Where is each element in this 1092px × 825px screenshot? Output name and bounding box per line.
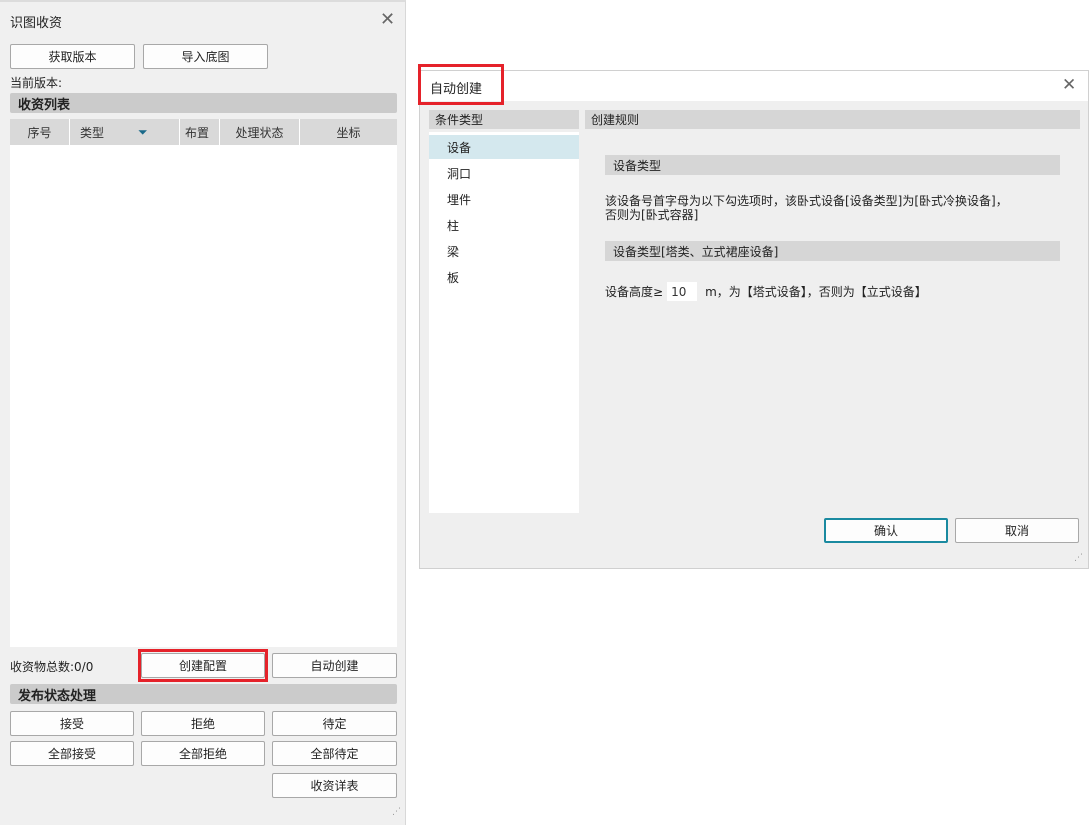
highlight-box — [418, 64, 504, 105]
pending-all-button[interactable]: 全部待定 — [272, 741, 397, 766]
left-panel: 识图收资 ✕ 获取版本 导入底图 当前版本: 收资列表 序号 类型 ⏷ 布置 处理… — [0, 0, 406, 825]
group1-title: 设备类型 — [605, 155, 1060, 175]
reject-all-button[interactable]: 全部拒绝 — [141, 741, 265, 766]
rule-header: 创建规则 — [585, 110, 1080, 129]
cancel-button[interactable]: 取消 — [955, 518, 1079, 543]
group1-text: 该设备号首字母为以下勾选项时，该卧式设备[设备类型]为[卧式冷换设备]， 否则为… — [605, 194, 1008, 222]
height-label: 设备高度≥ — [605, 285, 664, 299]
filter-icon[interactable]: ⏷ — [138, 125, 148, 140]
accept-all-button[interactable]: 全部接受 — [10, 741, 134, 766]
get-version-button[interactable]: 获取版本 — [10, 44, 135, 69]
total-count: 收资物总数:0/0 — [10, 660, 94, 674]
current-version-label: 当前版本: — [10, 76, 63, 90]
col-index[interactable]: 序号 — [10, 119, 70, 145]
condition-item-opening[interactable]: 洞口 — [429, 161, 579, 185]
resize-grip-icon[interactable]: ⋰ — [392, 807, 401, 817]
panel-title: 识图收资 — [10, 16, 63, 31]
height-suffix: m，为【塔式设备】，否则为【立式设备】 — [705, 285, 927, 299]
height-input[interactable]: 10 — [667, 282, 698, 301]
list-section-header: 收资列表 — [10, 93, 397, 113]
detail-table-button[interactable]: 收资详表 — [272, 773, 397, 798]
auto-create-button[interactable]: 自动创建 — [272, 653, 397, 678]
import-base-button[interactable]: 导入底图 — [143, 44, 268, 69]
close-icon[interactable]: ✕ — [1062, 75, 1076, 95]
dialog-titlebar — [420, 71, 1088, 101]
resize-grip-icon[interactable]: ⋰ — [1074, 553, 1083, 563]
col-layout[interactable]: 布置 — [170, 119, 220, 145]
condition-item-embed[interactable]: 埋件 — [429, 187, 579, 211]
close-icon[interactable]: ✕ — [380, 9, 395, 30]
height-rule: 设备高度≥ 10 m，为【塔式设备】，否则为【立式设备】 — [605, 282, 927, 301]
group1-text-line1: 该设备号首字母为以下勾选项时，该卧式设备[设备类型]为[卧式冷换设备]， — [605, 194, 1008, 208]
condition-header: 条件类型 — [429, 110, 579, 129]
condition-list: 设备 洞口 埋件 柱 梁 板 — [429, 132, 579, 513]
col-type-label: 类型 — [80, 125, 105, 140]
pending-button[interactable]: 待定 — [272, 711, 397, 736]
condition-item-slab[interactable]: 板 — [429, 265, 579, 289]
group1-text-line2: 否则为[卧式容器] — [605, 208, 699, 222]
table-body[interactable] — [10, 145, 397, 647]
auto-create-dialog: 自动创建 ✕ 条件类型 创建规则 设备 洞口 埋件 柱 梁 板 设备类型 该设备… — [418, 64, 1089, 569]
reject-button[interactable]: 拒绝 — [141, 711, 265, 736]
col-status[interactable]: 处理状态 — [220, 119, 300, 145]
ok-button[interactable]: 确认 — [824, 518, 948, 543]
condition-item-equipment[interactable]: 设备 — [429, 135, 579, 159]
col-coord[interactable]: 坐标 — [300, 119, 397, 145]
publish-section-header: 发布状态处理 — [10, 684, 397, 704]
condition-item-column[interactable]: 柱 — [429, 213, 579, 237]
table-header: 序号 类型 ⏷ 布置 处理状态 坐标 — [10, 119, 397, 145]
col-type[interactable]: 类型 ⏷ — [70, 119, 180, 145]
highlight-box — [138, 649, 268, 682]
group2-title: 设备类型[塔类、立式裙座设备] — [605, 241, 1060, 261]
accept-button[interactable]: 接受 — [10, 711, 134, 736]
condition-item-beam[interactable]: 梁 — [429, 239, 579, 263]
